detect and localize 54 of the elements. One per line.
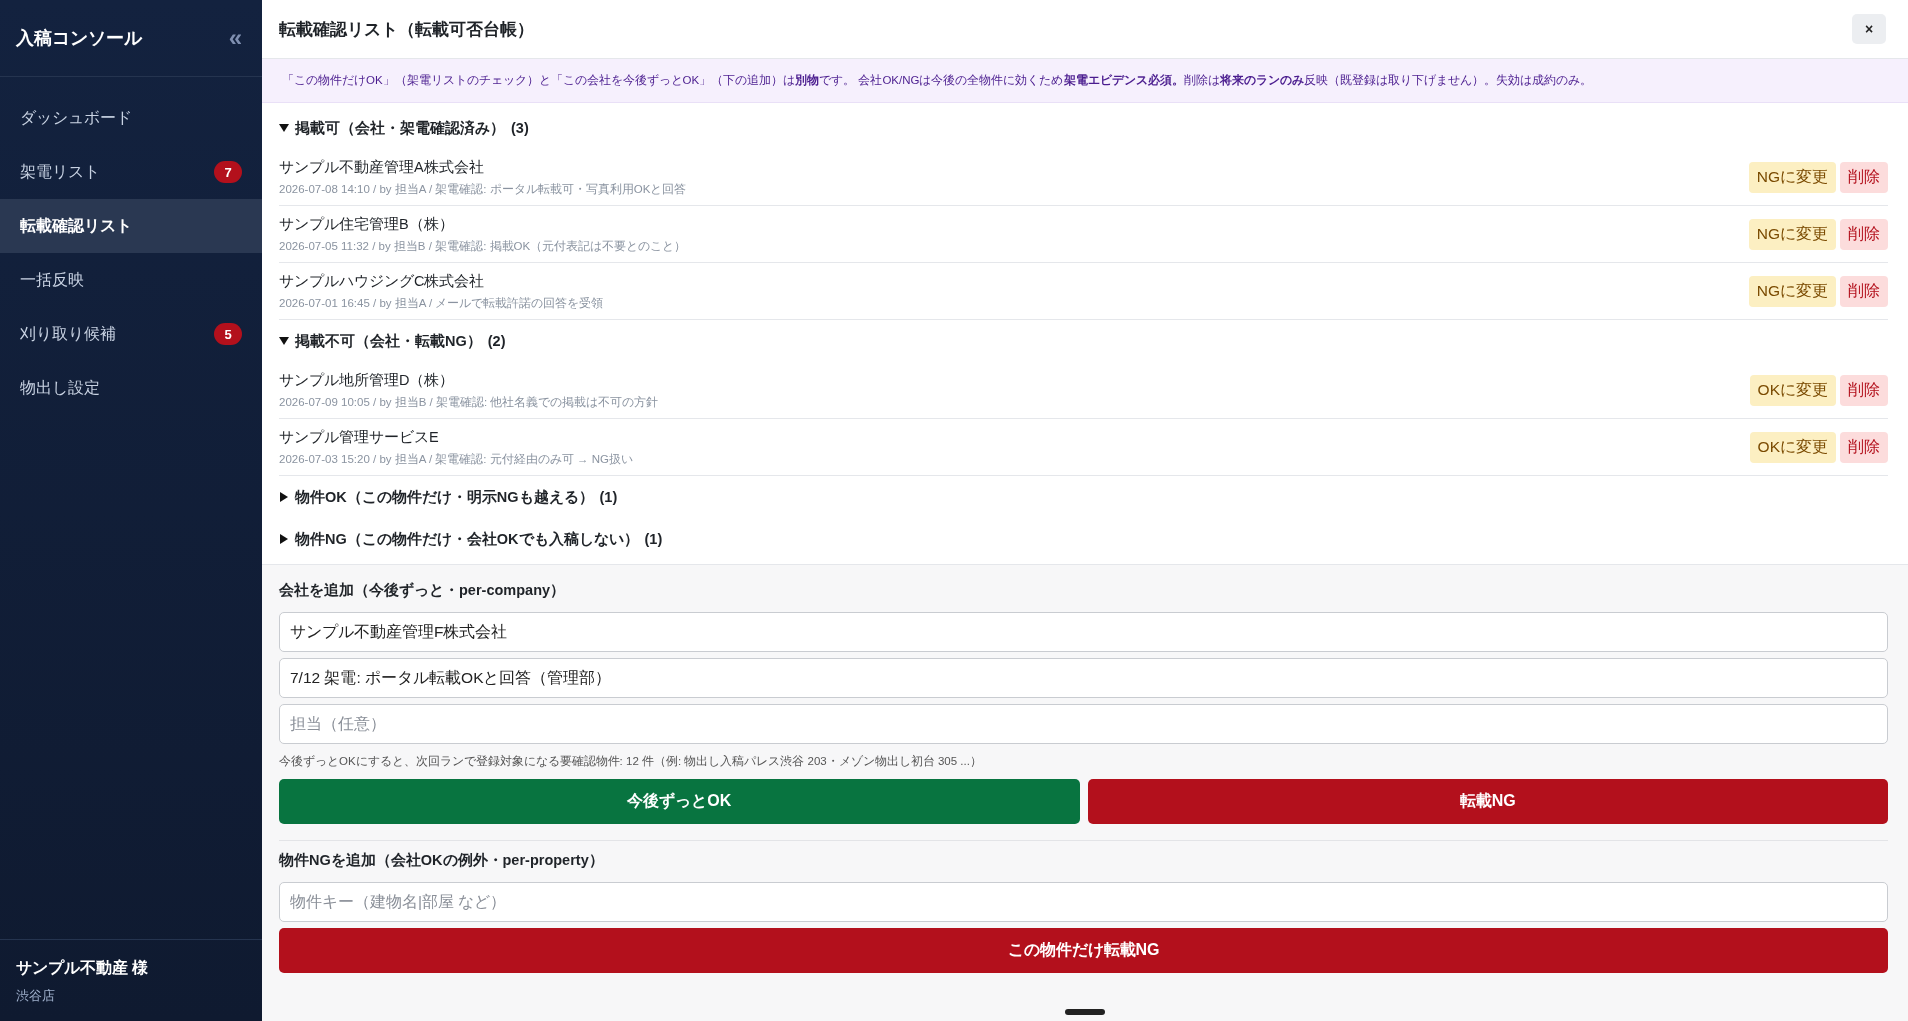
entry-meta: 2026-07-09 10:05 / by 担当B / 架電確認: 他社名義での掲載は不可の方針 <box>279 394 659 410</box>
count-badge: 5 <box>214 323 242 345</box>
reject-button[interactable]: この物件だけ転載NG <box>279 928 1888 973</box>
company-name: サンプル不動産管理A株式会社 <box>279 157 485 177</box>
count-badge: 7 <box>214 161 242 183</box>
nav-item[interactable]: 架電リスト 7 <box>0 145 262 199</box>
nav-item[interactable]: 転載確認リスト <box>0 199 262 253</box>
handle-bar <box>1065 1009 1105 1015</box>
company-name: サンプル地所管理D（株） <box>279 370 456 390</box>
nav-item[interactable]: ダッシュボード <box>0 91 262 145</box>
toggle-status-button[interactable]: OKに変更 <box>1749 374 1836 406</box>
company-name: サンプルハウジングC株式会社 <box>279 271 486 291</box>
store-name: 渋谷店 <box>16 987 56 1005</box>
caret-down-icon <box>279 123 289 133</box>
entry-meta: 2026-07-08 14:10 / by 担当A / 架電確認: ポータル転載可・写真利用OKと回答 <box>279 181 687 197</box>
toggle-status-button[interactable]: NGに変更 <box>1748 218 1836 250</box>
toggle-status-button[interactable]: OKに変更 <box>1749 431 1836 463</box>
input-field[interactable]: サンプル不動産管理F株式会社 <box>279 612 1888 652</box>
hint-text: 今後ずっとOKにすると、次回ランで登録対象になる要確認物件: 12 件（例: 物出し入稿パレス渋谷 203・メゾン物出し初台 305 ...） <box>279 754 983 769</box>
caret-down-icon <box>279 336 289 346</box>
delete-button[interactable]: 削除 <box>1840 161 1888 193</box>
section-toggle[interactable]: 物件OK（この物件だけ・明示NGも越える） (1) <box>279 476 1888 518</box>
app-title: 入稿コンソール <box>16 27 142 50</box>
entry-meta: 2026-07-05 11:32 / by 担当B / 架電確認: 掲載OK（元付表記は不要とのこと） <box>279 238 687 254</box>
company-name: サンプル管理サービスE <box>279 427 440 447</box>
reject-button[interactable]: 転載NG <box>1087 779 1888 824</box>
entry-meta: 2026-07-01 16:45 / by 担当A / メールで転載許諾の回答を受領 <box>279 295 604 311</box>
section-toggle[interactable]: 掲載不可（会社・転載NG） (2) <box>279 320 1888 362</box>
panel-title: 転載確認リスト（転載可否台帳） <box>279 18 534 41</box>
account-name: サンプル不動産 様 <box>16 958 150 978</box>
caret-right-icon <box>279 534 289 544</box>
close-button[interactable]: × <box>1852 14 1886 44</box>
entry-meta: 2026-07-03 15:20 / by 担当A / 架電確認: 元付経由のみ可 → NG扱い <box>279 451 633 467</box>
caret-right-icon <box>279 492 289 502</box>
nav-item[interactable]: 一括反映 <box>0 253 262 307</box>
input-field[interactable]: 7/12 架電: ポータル転載OKと回答（管理部） <box>279 658 1888 698</box>
toggle-status-button[interactable]: NGに変更 <box>1748 275 1836 307</box>
toggle-status-button[interactable]: NGに変更 <box>1748 161 1836 193</box>
section-toggle[interactable]: 掲載可（会社・架電確認済み） (3) <box>279 107 1888 149</box>
delete-button[interactable]: 削除 <box>1840 275 1888 307</box>
input-field[interactable]: 担当（任意） <box>279 704 1888 744</box>
notice-banner: 「この物件だけOK」（架電リストのチェック）と「この会社を今後ずっとOK」（下の追加）は別物です。 会社OK/NGは今後の全物件に効くため架電エビデンス必須。削除は将来のランのみ反映（既登録は取り下げません）。失効は成約のみ。 <box>262 59 1908 103</box>
delete-button[interactable]: 削除 <box>1840 218 1888 250</box>
nav-item[interactable]: 物出し設定 <box>0 361 262 415</box>
approve-button[interactable]: 今後ずっとOK <box>279 779 1080 824</box>
delete-button[interactable]: 削除 <box>1840 431 1888 463</box>
nav-item[interactable]: 刈り取り候補 5 <box>0 307 262 361</box>
form-title: 会社を追加（今後ずっと・per-company） <box>279 581 567 600</box>
input-field[interactable]: 物件キー（建物名|部屋 など） <box>279 882 1888 922</box>
company-name: サンプル住宅管理B（株） <box>279 214 455 234</box>
form-title: 物件NGを追加（会社OKの例外・per-property） <box>279 851 605 870</box>
delete-button[interactable]: 削除 <box>1840 374 1888 406</box>
section-toggle[interactable]: 物件NG（この物件だけ・会社OKでも入稿しない） (1) <box>279 518 1888 560</box>
collapse-sidebar-button[interactable]: « <box>228 24 242 52</box>
